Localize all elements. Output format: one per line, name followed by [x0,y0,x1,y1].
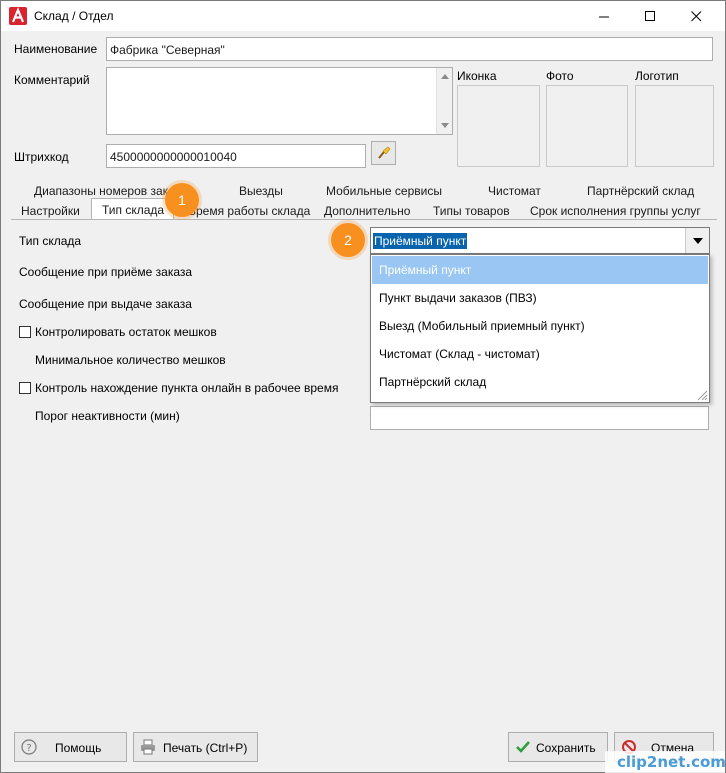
brush-icon [378,146,391,159]
control-bags-checkbox[interactable] [19,326,31,338]
checkmark-icon [516,741,530,753]
dropdown-option[interactable]: Пункт выдачи заказов (ПВЗ) [372,284,708,312]
tab-settings[interactable]: Настройки [21,204,80,218]
tab-mobile-services[interactable]: Мобильные сервисы [326,184,442,198]
tab-working-hours[interactable]: Время работы склада [188,204,310,218]
receive-message-label: Сообщение при приёме заказа [19,265,193,279]
control-bags-label: Контролировать остаток мешков [35,325,217,339]
chevron-down-icon [693,238,703,244]
help-icon: ? [21,739,37,755]
logo-label: Логотип [635,69,679,83]
tab-partner-warehouse[interactable]: Партнёрский склад [587,184,694,198]
help-button-label: Помощь [55,741,102,755]
minimize-icon [598,16,609,17]
tab-chistomat[interactable]: Чистомат [488,184,541,198]
save-button[interactable]: Сохранить [508,732,608,762]
save-button-label: Сохранить [536,741,596,755]
tab-warehouse-type[interactable]: Тип склада [102,203,164,217]
print-button-label: Печать (Ctrl+P) [163,741,248,755]
issue-message-label: Сообщение при выдаче заказа [19,297,192,311]
warehouse-type-label: Тип склада [19,234,82,248]
dropdown-toggle[interactable] [685,228,709,253]
barcode-input[interactable]: 4500000000000010040 [106,144,366,168]
warehouse-type-selected-value: Приёмный пункт [373,233,468,249]
dropdown-option[interactable]: Партнёрский склад [372,368,708,396]
print-button[interactable]: Печать (Ctrl+P) [133,732,258,762]
logo-image-box[interactable] [635,85,714,167]
scroll-up-icon [441,74,449,79]
online-control-checkbox[interactable] [19,382,31,394]
comment-scrollbar[interactable] [436,68,452,134]
tab-service-deadlines[interactable]: Срок исполнения группы услуг [530,204,701,218]
dropdown-option[interactable]: Приёмный пункт [372,256,708,284]
barcode-value: 4500000000000010040 [110,150,237,164]
comment-label: Комментарий [14,73,90,87]
maximize-button[interactable] [627,1,673,31]
resize-grip-icon[interactable] [696,389,708,401]
barcode-label: Штрихкод [14,150,69,164]
inactivity-threshold-label: Порог неактивности (мин) [35,409,180,423]
watermark: clip2net.com [605,751,726,773]
icon-image-box[interactable] [457,85,540,167]
min-bags-label: Минимальное количество мешков [35,353,226,367]
dropdown-option[interactable]: Чистомат (Склад - чистомат) [372,340,708,368]
tab-goods-types[interactable]: Типы товаров [433,204,510,218]
tab-order-ranges[interactable]: Диапазоны номеров заказ [34,184,180,198]
tab-additional[interactable]: Дополнительно [324,204,410,218]
window-title: Склад / Отдел [34,9,114,23]
tab-trips[interactable]: Выезды [239,184,283,198]
dropdown-option[interactable]: Выезд (Мобильный приемный пункт) [372,312,708,340]
step-badge-2: 2 [331,223,365,257]
help-button[interactable]: ? Помощь [14,732,127,762]
close-button[interactable] [673,1,719,31]
svg-text:?: ? [26,743,31,754]
warehouse-type-select[interactable]: Приёмный пункт [370,227,710,254]
step-badge-1: 1 [165,183,199,217]
icon-label: Иконка [457,69,497,83]
app-logo-icon [9,7,27,25]
photo-label: Фото [546,69,574,83]
name-input[interactable]: Фабрика "Северная" [106,37,713,61]
scroll-down-icon [441,123,449,128]
name-label: Наименование [14,42,98,56]
minimize-button[interactable] [581,1,627,31]
title-bar: Склад / Отдел [1,1,725,31]
maximize-icon [644,10,655,21]
generate-barcode-button[interactable] [371,141,396,165]
photo-image-box[interactable] [546,85,628,167]
warehouse-type-dropdown-list: Приёмный пункт Пункт выдачи заказов (ПВЗ… [370,254,710,403]
dialog-window: Склад / Отдел Наименование Фабрика "Севе… [0,0,726,773]
watermark-text: clip2net.com [617,753,726,771]
online-control-label: Контроль нахождение пункта онлайн в рабо… [35,381,339,395]
inactivity-threshold-input[interactable] [370,406,709,430]
printer-icon [141,739,155,755]
close-icon [690,10,701,21]
name-value: Фабрика "Северная" [110,43,225,57]
comment-textarea[interactable] [106,67,453,135]
